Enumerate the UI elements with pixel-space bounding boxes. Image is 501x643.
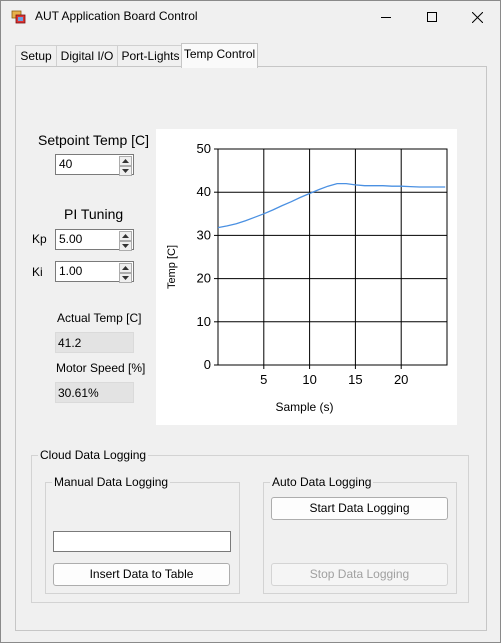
cloud-logging-label: Cloud Data Logging <box>38 448 149 462</box>
kp-label: Kp <box>32 232 47 246</box>
stop-logging-button[interactable]: Stop Data Logging <box>271 563 448 586</box>
start-logging-button[interactable]: Start Data Logging <box>271 497 448 520</box>
y-tick-label: 30 <box>197 227 211 242</box>
maximize-icon <box>427 12 437 22</box>
y-tick-label: 50 <box>197 141 211 156</box>
x-tick-label: 20 <box>394 372 408 387</box>
manual-logging-label: Manual Data Logging <box>52 475 171 489</box>
setpoint-label: Setpoint Temp [C] <box>38 132 150 148</box>
x-tick-label: 10 <box>302 372 316 387</box>
tab-port-lights[interactable]: Port-Lights <box>117 45 184 67</box>
setpoint-spinner[interactable] <box>119 156 132 176</box>
actual-temp-label: Actual Temp [C] <box>57 311 142 325</box>
maximize-button[interactable] <box>409 1 455 33</box>
close-button[interactable] <box>454 1 500 33</box>
manual-data-input[interactable] <box>53 531 231 552</box>
spin-down-icon[interactable] <box>119 166 132 176</box>
kp-spinner[interactable] <box>119 231 132 251</box>
kp-input[interactable]: 5.00 <box>55 229 134 251</box>
x-tick-label: 5 <box>260 372 267 387</box>
motor-speed-value: 30.61% <box>58 386 99 400</box>
close-icon <box>471 11 483 23</box>
y-axis-label: Temp [C] <box>166 245 178 289</box>
y-tick-label: 0 <box>204 357 211 372</box>
temperature-chart-svg: 0 10 20 30 40 50 5 10 15 20 Sample (s) Temp [C] <box>166 141 448 414</box>
temperature-chart: 0 10 20 30 40 50 5 10 15 20 Sample (s) Temp [C] <box>156 129 457 425</box>
window-title: AUT Application Board Control <box>35 9 198 23</box>
actual-temp-field: 41.2 <box>55 332 134 353</box>
x-tick-label: 15 <box>348 372 362 387</box>
ki-label: Ki <box>32 265 43 279</box>
x-axis-label: Sample (s) <box>275 400 333 414</box>
minimize-icon <box>381 17 391 18</box>
kp-value: 5.00 <box>59 232 83 246</box>
actual-temp-value: 41.2 <box>58 336 82 350</box>
tab-digital-io[interactable]: Digital I/O <box>56 45 118 67</box>
setpoint-input[interactable]: 40 <box>55 154 134 176</box>
tab-temp-control[interactable]: Temp Control <box>181 43 258 68</box>
pi-tuning-label: PI Tuning <box>64 206 124 222</box>
app-icon <box>11 10 26 24</box>
auto-logging-label: Auto Data Logging <box>270 475 374 489</box>
motor-speed-label: Motor Speed [%] <box>56 361 146 375</box>
y-tick-label: 10 <box>197 314 211 329</box>
y-tick-label: 20 <box>197 271 211 286</box>
motor-speed-field: 30.61% <box>55 382 134 403</box>
minimize-button[interactable] <box>363 1 409 33</box>
spin-down-icon[interactable] <box>119 273 132 283</box>
spin-up-icon[interactable] <box>119 231 132 241</box>
ki-value: 1.00 <box>59 264 83 278</box>
ki-input[interactable]: 1.00 <box>55 261 134 283</box>
ki-spinner[interactable] <box>119 263 132 283</box>
title-bar: AUT Application Board Control <box>1 1 500 33</box>
tab-setup[interactable]: Setup <box>15 45 57 67</box>
spin-up-icon[interactable] <box>119 156 132 166</box>
plot-area <box>217 148 448 366</box>
insert-data-button[interactable]: Insert Data to Table <box>53 563 230 586</box>
setpoint-value: 40 <box>59 157 73 171</box>
spin-up-icon[interactable] <box>119 263 132 273</box>
app-window: AUT Application Board Control Setup Digi… <box>0 0 501 643</box>
spin-down-icon[interactable] <box>119 241 132 251</box>
y-tick-label: 40 <box>197 184 211 199</box>
